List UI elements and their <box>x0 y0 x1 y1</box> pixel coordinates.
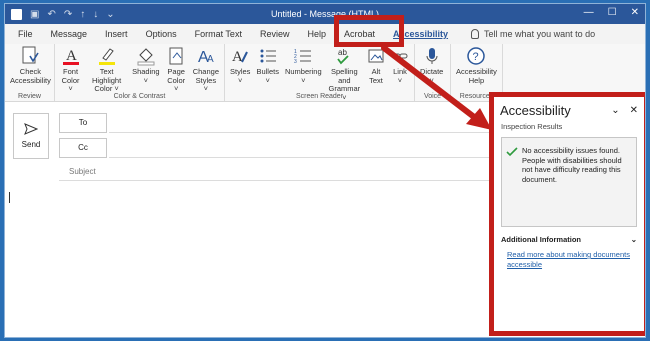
customize-toolbar-icon[interactable]: ⌄ <box>106 9 114 20</box>
tab-help[interactable]: Help <box>298 24 335 44</box>
tab-insert[interactable]: Insert <box>96 24 137 44</box>
checkmark-icon <box>506 147 518 157</box>
minimize-button[interactable]: — <box>584 7 594 18</box>
tab-message[interactable]: Message <box>42 24 97 44</box>
check-accessibility-icon <box>21 46 40 66</box>
body-text-caret <box>9 192 10 203</box>
down-arrow-icon[interactable]: ↓ <box>93 9 98 20</box>
quick-access-toolbar: ▣ ↶ ↷ ↑ ↓ ⌄ <box>5 8 115 20</box>
pane-header: Accessibility ⌄ ✕ <box>494 97 644 118</box>
group-label-color-contrast: Color & Contrast <box>113 93 166 100</box>
accessibility-pane: Accessibility ⌄ ✕ Inspection Results No … <box>489 92 645 336</box>
group-review: Check Accessibility Review <box>5 44 55 101</box>
additional-information-label: Additional Information <box>501 235 581 244</box>
outlook-message-window: ▣ ↶ ↷ ↑ ↓ ⌄ Untitled - Message (HTML) — … <box>4 3 646 338</box>
styles-button[interactable]: A Styles ˅ <box>227 46 253 85</box>
undo-icon[interactable]: ↶ <box>47 9 55 20</box>
send-icon <box>24 123 38 135</box>
numbering-button[interactable]: 123 Numbering ˅ <box>282 46 325 85</box>
pane-options-chevron-icon[interactable]: ⌄ <box>611 105 619 116</box>
additional-information-header[interactable]: Additional Information ⌄ <box>494 227 644 248</box>
paint-bucket-icon <box>136 46 156 66</box>
page-color-icon <box>167 46 185 66</box>
redo-icon[interactable]: ↷ <box>64 9 72 20</box>
help-icon: ? <box>466 46 486 66</box>
tell-me-search[interactable]: Tell me what you want to do <box>471 29 595 39</box>
svg-text:3: 3 <box>294 59 297 65</box>
microphone-icon <box>424 46 440 66</box>
tab-format-text[interactable]: Format Text <box>186 24 251 44</box>
pane-controls: ⌄ ✕ <box>611 105 638 116</box>
pane-close-icon[interactable]: ✕ <box>630 105 638 116</box>
lightbulb-icon <box>471 29 480 39</box>
numbering-icon: 123 <box>294 46 312 66</box>
tab-file[interactable]: File <box>9 24 42 44</box>
ribbon-tabs: File Message Insert Options Format Text … <box>5 24 645 44</box>
window-controls: — ☐ ✕ <box>584 7 639 18</box>
tell-me-text: Tell me what you want to do <box>484 29 596 39</box>
check-accessibility-button[interactable]: Check Accessibility <box>7 46 54 85</box>
tab-options[interactable]: Options <box>137 24 186 44</box>
change-styles-button[interactable]: AA Change Styles ˅ <box>190 46 222 94</box>
group-label-review: Review <box>18 93 41 100</box>
subject-field[interactable] <box>59 180 489 181</box>
svg-text:ab: ab <box>338 48 347 57</box>
accessibility-help-button[interactable]: ? Accessibility Help <box>453 46 500 85</box>
send-button[interactable]: Send <box>13 113 49 159</box>
group-screen-reader: A Styles ˅ Bullets ˅ 123 Numbering ˅ ab <box>225 44 415 101</box>
svg-text:A: A <box>66 48 77 64</box>
bullets-icon <box>259 46 277 66</box>
change-styles-icon: AA <box>196 46 216 66</box>
svg-text:A: A <box>232 49 243 65</box>
highlighter-icon <box>97 46 117 66</box>
maximize-button[interactable]: ☐ <box>608 7 617 18</box>
shading-button[interactable]: Shading ˅ <box>129 46 163 85</box>
read-more-link[interactable]: Read more about making documents accessi… <box>494 248 644 271</box>
link-button[interactable]: Link ˅ <box>388 46 412 85</box>
expand-chevron-icon: ⌄ <box>630 235 637 244</box>
text-highlight-button[interactable]: Text Highlight Color ˅ <box>84 46 129 94</box>
svg-text:A: A <box>207 54 214 65</box>
pane-title: Accessibility <box>500 103 571 118</box>
alt-text-button[interactable]: Alt Text <box>364 46 388 85</box>
close-button[interactable]: ✕ <box>631 7 639 18</box>
to-button[interactable]: To <box>59 113 107 133</box>
accessibility-tab-callout <box>334 15 404 47</box>
svg-text:?: ? <box>473 51 479 63</box>
outlook-app-icon <box>11 8 22 20</box>
title-bar: ▣ ↶ ↷ ↑ ↓ ⌄ Untitled - Message (HTML) — … <box>5 4 645 24</box>
styles-icon: A <box>230 46 250 66</box>
font-color-button[interactable]: A Font Color ˅ <box>57 46 84 94</box>
font-color-icon: A <box>61 46 81 66</box>
to-field[interactable] <box>109 113 489 133</box>
bullets-button[interactable]: Bullets ˅ <box>253 46 282 85</box>
inspection-results-label: Inspection Results <box>501 122 563 131</box>
save-icon[interactable]: ▣ <box>30 9 39 20</box>
group-color-contrast: A Font Color ˅ Text Highlight Color ˅ Sh… <box>55 44 225 101</box>
send-label: Send <box>21 140 41 149</box>
page-color-button[interactable]: Page Color ˅ <box>163 46 190 94</box>
up-arrow-icon[interactable]: ↑ <box>80 9 85 20</box>
group-label-voice: Voice <box>423 93 442 100</box>
tab-review[interactable]: Review <box>251 24 299 44</box>
group-label-screen-reader: Screen Reader <box>295 93 344 100</box>
inspection-result-box: No accessibility issues found. People wi… <box>501 137 637 227</box>
cc-field[interactable] <box>109 138 489 158</box>
cc-button[interactable]: Cc <box>59 138 107 158</box>
dictate-button[interactable]: Dictate ˅ <box>417 46 446 85</box>
group-voice: Dictate ˅ Voice <box>415 44 451 101</box>
subject-label: Subject <box>69 167 96 176</box>
inspection-result-text: No accessibility issues found. People wi… <box>522 146 622 184</box>
alt-text-icon <box>367 46 385 66</box>
link-icon <box>391 46 409 66</box>
spelling-check-icon: ab <box>334 46 354 66</box>
